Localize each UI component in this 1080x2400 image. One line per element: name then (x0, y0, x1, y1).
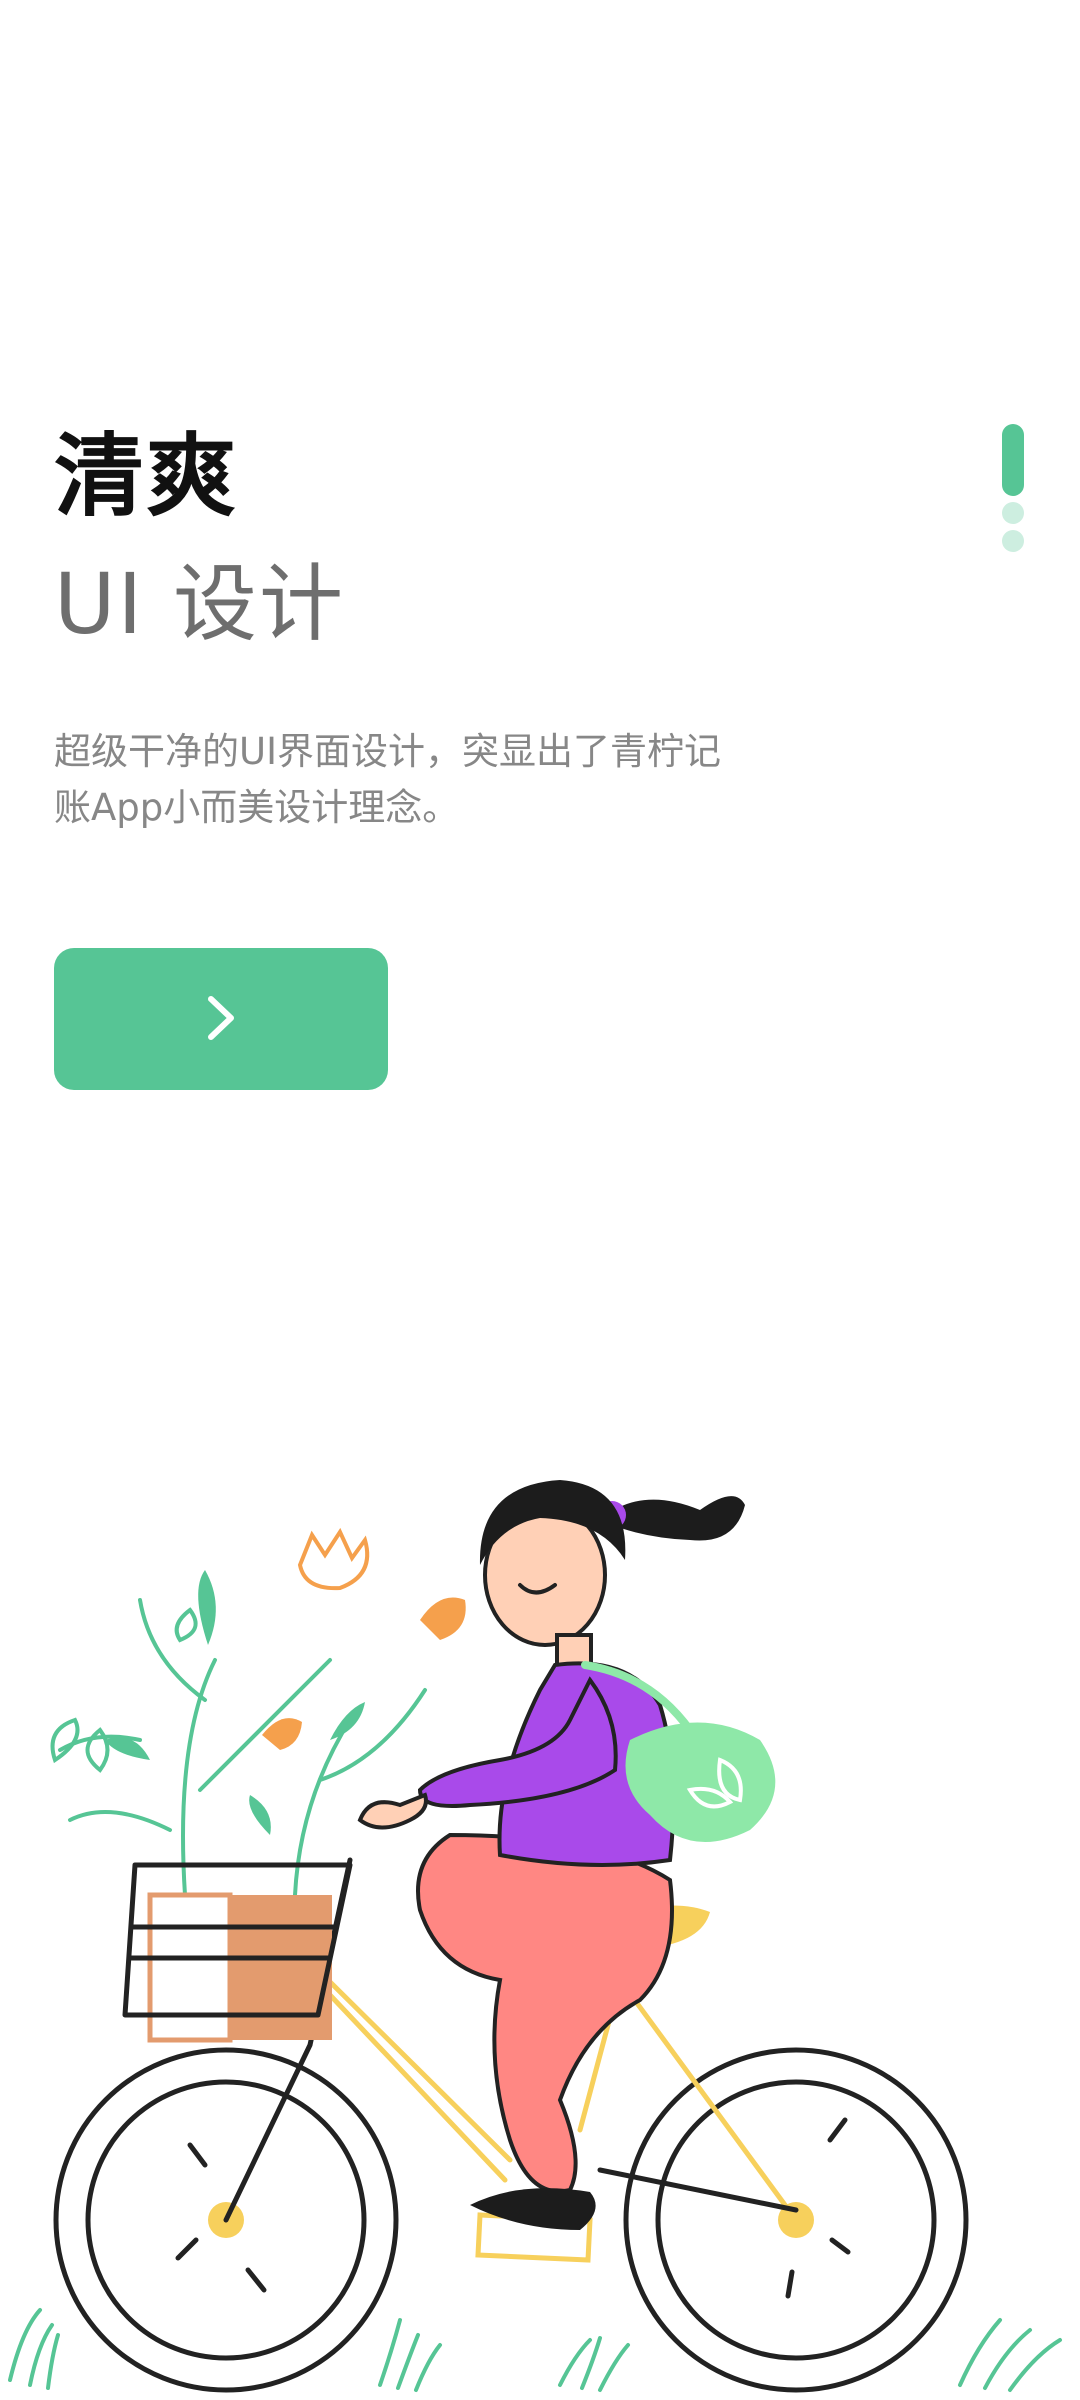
page-indicator (1000, 424, 1026, 552)
bicycle-illustration (8, 1480, 1062, 2393)
page-indicator-dot (1002, 502, 1024, 524)
hand (357, 1792, 428, 1830)
plants (50, 1598, 427, 1897)
page-title: 清爽 (54, 424, 238, 529)
person (357, 1480, 776, 2230)
page-description: 超级干净的UI界面设计，突显出了青柠记账App小而美设计理念。 (54, 730, 721, 829)
next-button[interactable] (54, 948, 388, 1090)
page-indicator-dot (1002, 530, 1024, 552)
chevron-right-icon (203, 993, 239, 1046)
page-indicator-active (1002, 424, 1024, 496)
shoe (470, 2188, 596, 2230)
page-subtitle: UI 设计 (54, 555, 345, 653)
pants (416, 1832, 674, 2194)
flowers (262, 1527, 466, 1750)
basket (122, 1862, 353, 2043)
